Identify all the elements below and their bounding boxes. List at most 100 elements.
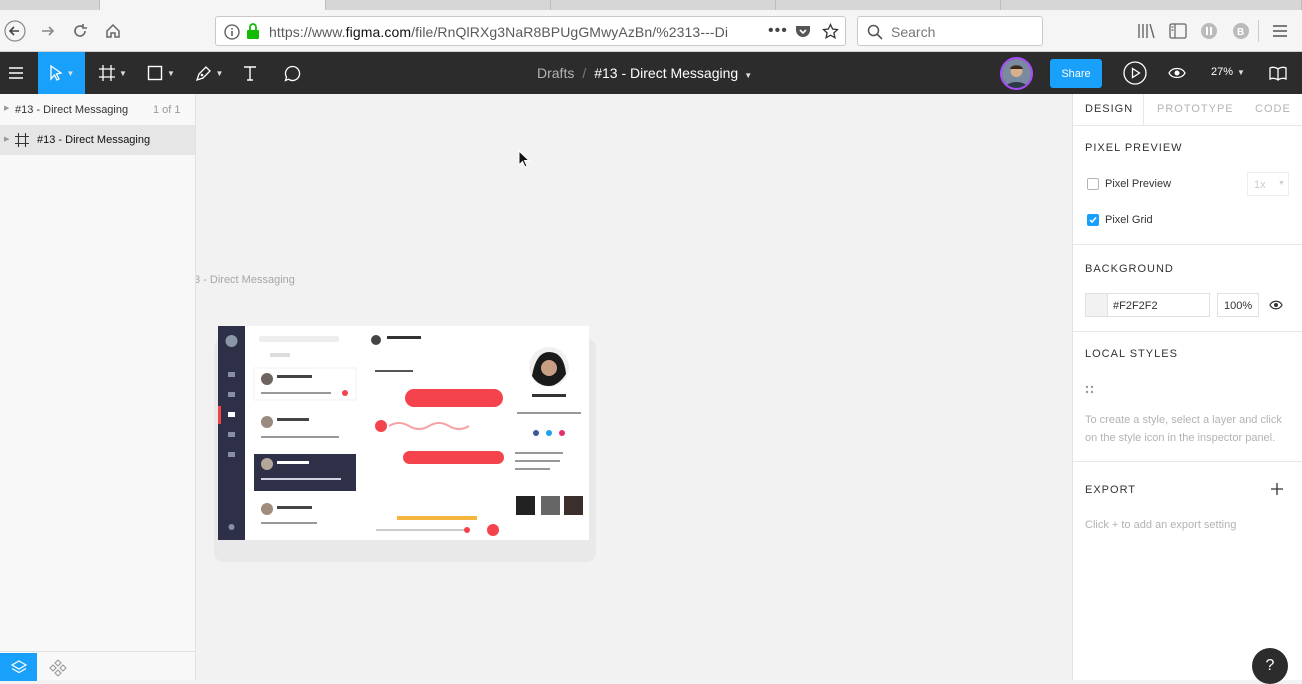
text-icon <box>244 66 256 81</box>
divider <box>1073 461 1302 462</box>
color-swatch[interactable] <box>1086 294 1108 316</box>
browser-tab[interactable] <box>551 0 776 10</box>
page-row[interactable]: ▶ #13 - Direct Messaging 1 of 1 <box>0 94 195 124</box>
hamburger-menu-icon[interactable] <box>1272 24 1288 38</box>
add-export-plus-icon[interactable] <box>1271 483 1283 495</box>
search-input[interactable]: Search <box>857 16 1043 46</box>
chevron-down-icon: ▼ <box>119 68 127 78</box>
forward-button[interactable] <box>36 19 60 43</box>
browser-tab[interactable] <box>0 0 100 10</box>
back-button[interactable] <box>3 19 27 43</box>
background-hex-value[interactable]: #F2F2F2 <box>1113 300 1158 312</box>
background-color-field[interactable]: #F2F2F2 <box>1085 293 1210 317</box>
browser-tab[interactable] <box>1001 0 1302 10</box>
pixel-grid-label[interactable]: Pixel Grid <box>1105 214 1153 226</box>
layers-tab-button[interactable] <box>0 653 37 681</box>
lock-icon <box>247 23 259 39</box>
zoom-level[interactable]: 27% ▼ <box>1211 66 1245 78</box>
tab-code[interactable]: CODE <box>1255 103 1291 115</box>
back-arrow-icon <box>4 20 26 42</box>
pixel-preview-title: PIXEL PREVIEW <box>1085 142 1183 154</box>
avatar[interactable] <box>1000 57 1033 90</box>
library-icon[interactable] <box>1137 23 1155 39</box>
chevron-right-icon[interactable]: ▶ <box>4 104 9 112</box>
search-placeholder: Search <box>891 24 936 40</box>
extension-b-icon[interactable]: B <box>1232 22 1250 40</box>
frame-icon <box>15 133 29 147</box>
divider <box>1073 125 1302 126</box>
home-button[interactable] <box>101 19 125 43</box>
view-button[interactable] <box>1166 52 1188 94</box>
breadcrumb-separator: / <box>582 65 587 81</box>
canvas[interactable]: 3 - Direct Messaging <box>196 94 1072 680</box>
info-icon[interactable] <box>224 24 240 40</box>
file-name[interactable]: #13 - Direct Messaging <box>594 65 738 81</box>
url-bar[interactable]: https://www.figma.com/file/RnQlRXg3NaR8B… <box>215 16 846 46</box>
shape-tool-button[interactable]: ▼ <box>143 52 179 94</box>
chevron-down-icon[interactable]: ▼ <box>744 71 752 80</box>
browser-tab[interactable] <box>776 0 1001 10</box>
properties-panel: DESIGN PROTOTYPE CODE PIXEL PREVIEW Pixe… <box>1072 94 1302 680</box>
background-opacity-value[interactable]: 100% <box>1224 300 1252 312</box>
local-styles-title: LOCAL STYLES <box>1085 348 1178 360</box>
pen-icon <box>195 65 211 81</box>
extension-icon[interactable] <box>1200 22 1218 40</box>
reload-button[interactable] <box>68 19 92 43</box>
chevron-right-icon[interactable]: ▶ <box>4 135 9 143</box>
frame-label[interactable]: 3 - Direct Messaging <box>196 274 295 286</box>
move-tool-button[interactable]: ▼ <box>38 52 85 94</box>
move-cursor-icon <box>49 65 63 81</box>
left-panel-footer <box>0 651 196 681</box>
help-button[interactable]: ? <box>1252 648 1288 684</box>
library-button[interactable] <box>1266 52 1290 94</box>
frame-icon <box>99 65 116 81</box>
chevron-down-icon: ▼ <box>1237 68 1245 77</box>
frame-thumbnail[interactable] <box>214 326 596 562</box>
page-count: 1 of 1 <box>153 104 181 116</box>
home-icon <box>106 23 120 38</box>
browser-navbar: https://www.figma.com/file/RnQlRXg3NaR8B… <box>0 10 1302 52</box>
divider <box>1073 331 1302 332</box>
pixel-grid-checkbox[interactable] <box>1087 214 1099 226</box>
layer-name: #13 - Direct Messaging <box>37 134 151 146</box>
tab-design[interactable]: DESIGN <box>1085 103 1133 115</box>
present-button[interactable] <box>1121 52 1149 94</box>
text-tool-button[interactable] <box>238 52 262 94</box>
rectangle-icon <box>147 65 163 81</box>
tab-prototype[interactable]: PROTOTYPE <box>1157 103 1234 115</box>
pocket-icon[interactable] <box>795 23 811 39</box>
svg-text:B: B <box>1237 27 1244 38</box>
layers-icon <box>10 660 27 674</box>
pixel-scale-select[interactable]: 1x ▼ <box>1247 172 1289 196</box>
main-menu-button[interactable] <box>0 52 32 94</box>
page-actions-icon[interactable]: ••• <box>768 22 788 40</box>
browser-tab-strip <box>0 0 1302 10</box>
sidebar-icon[interactable] <box>1169 23 1187 39</box>
background-opacity-field[interactable]: 100% <box>1217 293 1259 317</box>
components-icon[interactable] <box>49 659 67 677</box>
breadcrumb: Drafts / #13 - Direct Messaging ▼ <box>537 65 752 81</box>
bookmark-star-icon[interactable] <box>822 23 839 40</box>
browser-tab[interactable] <box>326 0 551 10</box>
frame-tool-button[interactable]: ▼ <box>95 52 131 94</box>
eye-icon <box>1168 67 1186 79</box>
pen-tool-button[interactable]: ▼ <box>191 52 227 94</box>
style-grid-icon <box>1085 385 1094 394</box>
local-styles-hint: To create a style, select a layer and cl… <box>1085 414 1282 444</box>
comment-bubble-icon <box>283 65 300 82</box>
browser-tab-active[interactable] <box>100 0 326 10</box>
comment-tool-button[interactable] <box>280 52 304 94</box>
checkmark-icon <box>1089 217 1097 224</box>
menu-icon <box>9 67 23 79</box>
chevron-down-icon: ▼ <box>167 68 175 78</box>
pixel-preview-checkbox[interactable] <box>1087 178 1099 190</box>
chevron-down-icon: ▼ <box>215 68 224 78</box>
url-text: https://www.figma.com/file/RnQlRXg3NaR8B… <box>269 24 729 40</box>
layer-row[interactable]: ▶ #13 - Direct Messaging <box>0 125 195 155</box>
pixel-preview-label[interactable]: Pixel Preview <box>1105 178 1171 190</box>
divider <box>1073 244 1302 245</box>
forward-arrow-icon <box>42 26 55 36</box>
eye-icon[interactable] <box>1269 300 1283 310</box>
share-button[interactable]: Share <box>1050 59 1102 88</box>
breadcrumb-drafts-link[interactable]: Drafts <box>537 65 574 81</box>
